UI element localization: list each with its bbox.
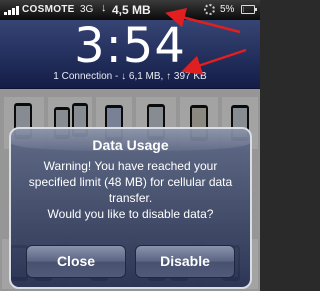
alert-warning-text: Warning! You have reached your specified… [28,159,233,205]
disable-button[interactable]: Disable [135,245,235,278]
activity-spinner-icon [204,4,215,15]
alert-message: Warning! You have reached your specified… [19,158,242,222]
battery-percentage: 5% [220,4,235,15]
connection-info: 1 Connection - ↓ 6,1 MB, ↑ 397 KB [53,71,207,82]
status-bar: COSMOTE 3G ↓ 4,5 MB 5% [0,0,260,20]
data-usage-alert: Data Usage Warning! You have reached you… [9,127,252,289]
lock-clock: 3:54 [74,18,186,74]
close-button[interactable]: Close [26,245,126,278]
network-type: 3G [80,4,94,15]
battery-level-fill [243,7,244,12]
signal-bars-icon [4,5,24,15]
carrier-name: COSMOTE [22,4,75,15]
battery-icon [241,5,257,14]
download-arrow-icon: ↓ [101,2,107,14]
alert-question-text: Would you like to disable data? [47,207,214,221]
clock-panel: 3:54 1 Connection - ↓ 6,1 MB, ↑ 397 KB [0,20,260,89]
download-counter: 4,5 MB [112,3,151,17]
lock-screen: COSMOTE 3G ↓ 4,5 MB 5% 3:54 1 Connection… [0,0,260,291]
alert-title: Data Usage [92,137,169,153]
